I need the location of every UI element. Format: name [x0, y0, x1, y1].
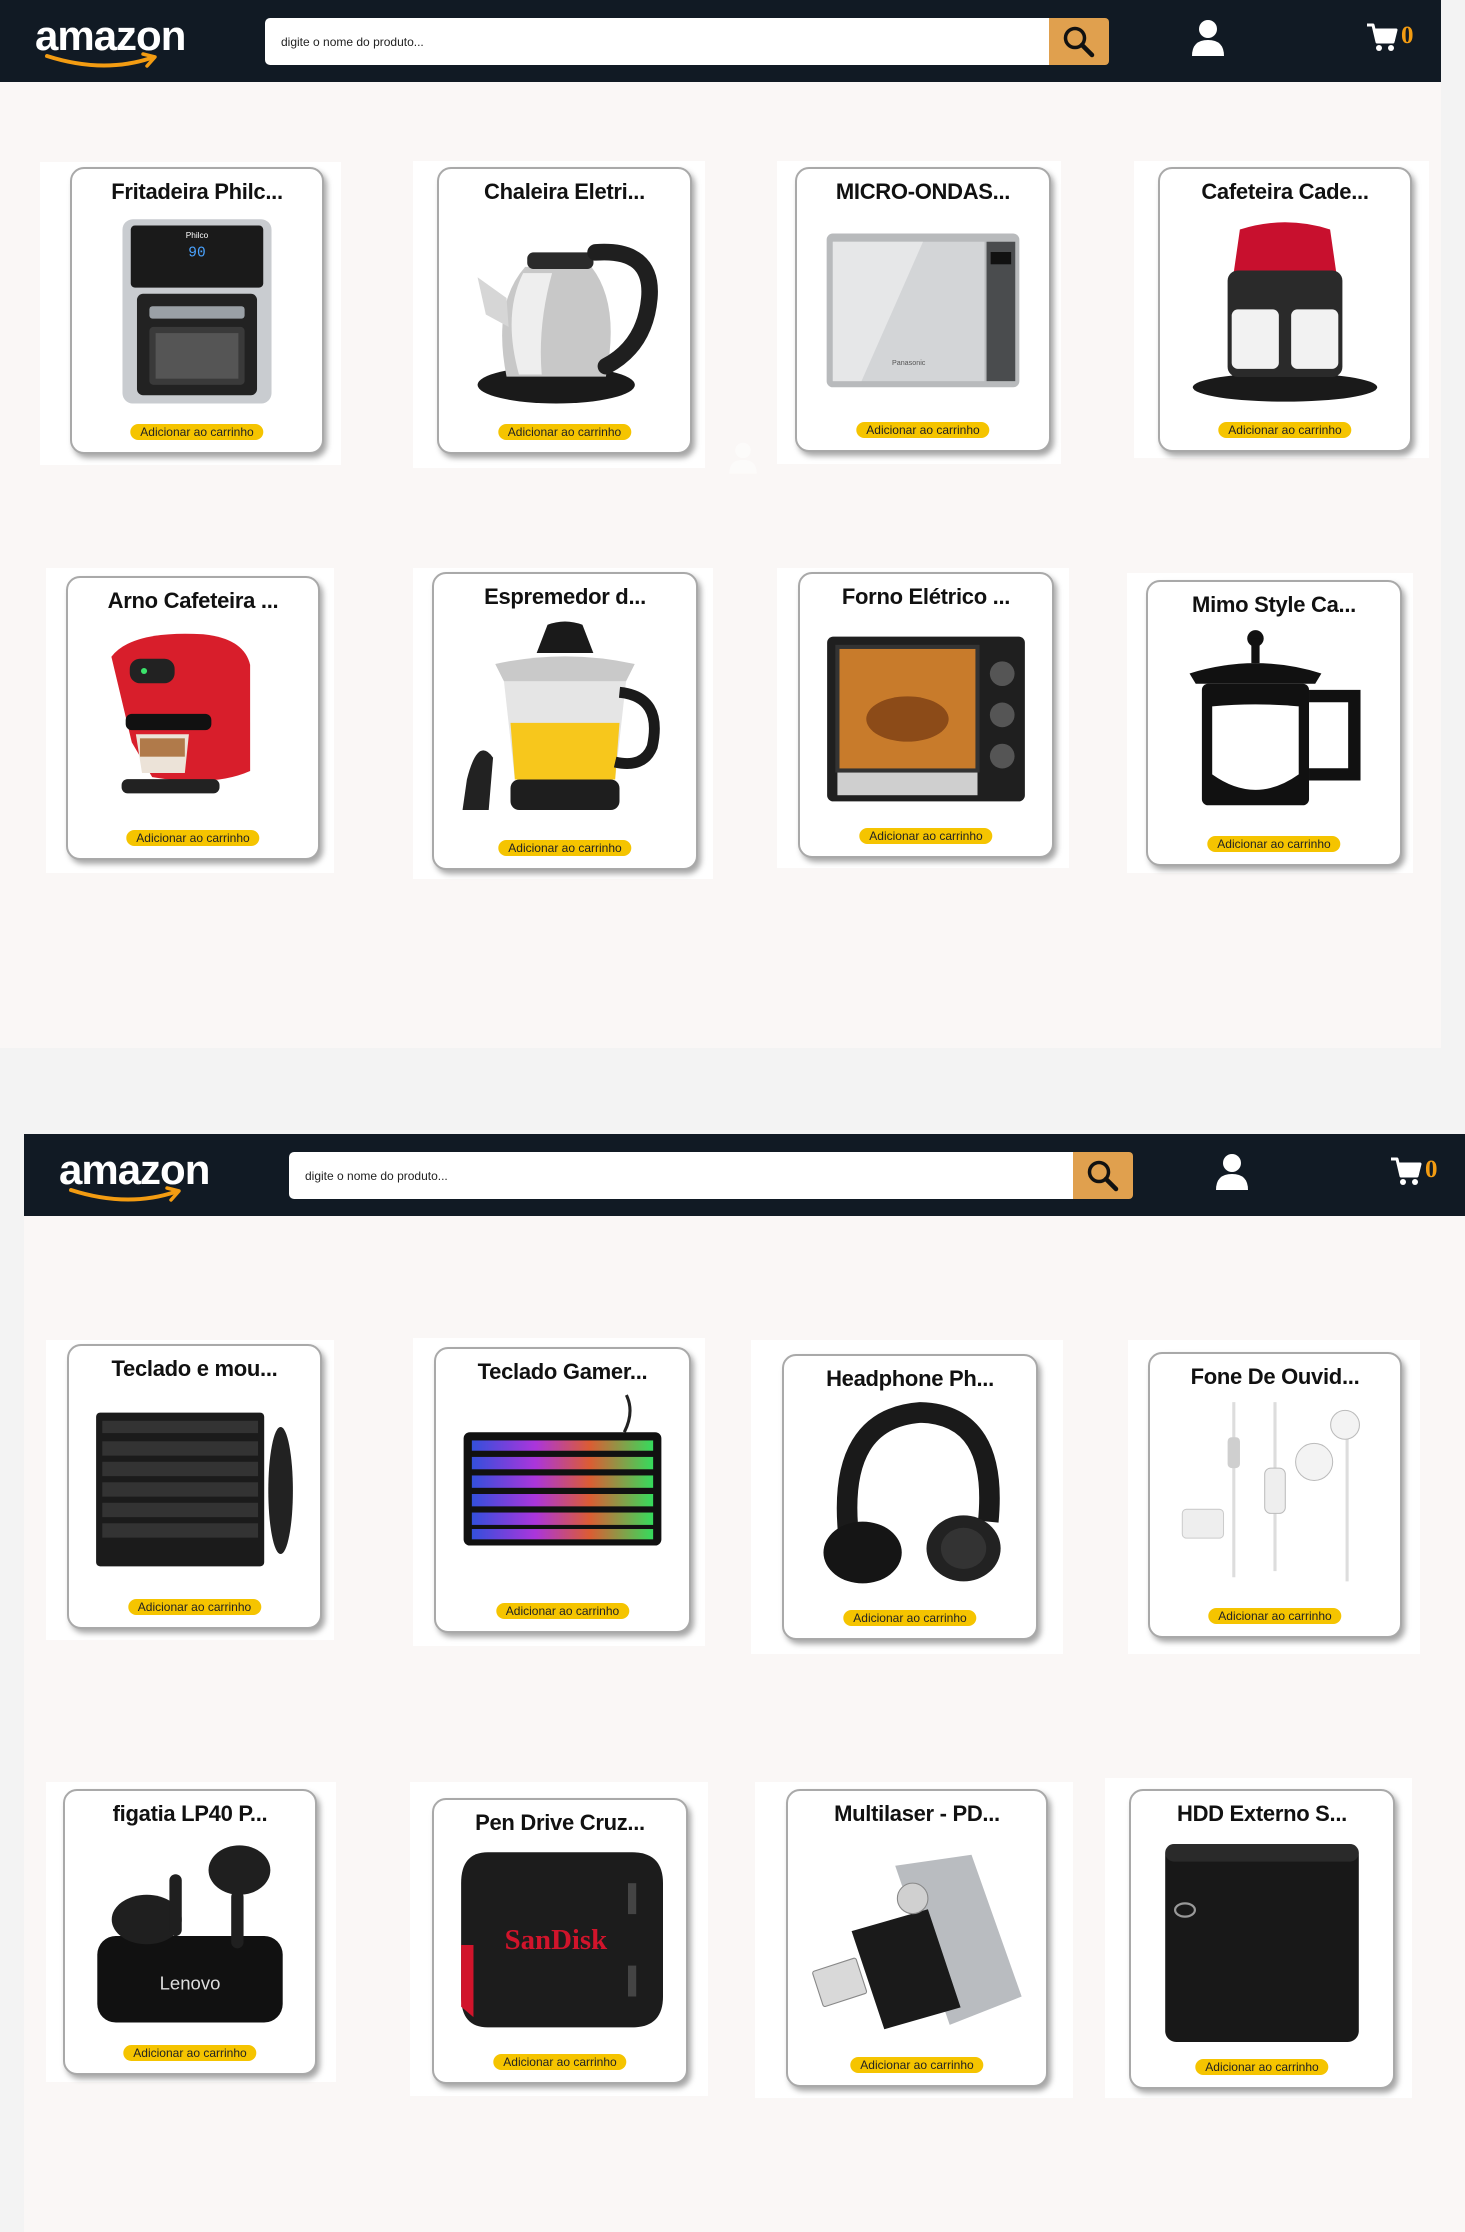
product-title: Pen Drive Cruz... [475, 1810, 645, 1835]
headphone-image [796, 1398, 1024, 1604]
add-to-cart-button[interactable]: Adicionar ao carrinho [1218, 422, 1352, 438]
cart-icon [1367, 23, 1398, 51]
add-to-cart-button[interactable]: Adicionar ao carrinho [493, 2054, 627, 2070]
product-card[interactable]: Mimo Style Ca... Adicionar ao carrinho [1146, 580, 1402, 866]
juicer-image [446, 616, 684, 834]
screenshot-top: amazon 0 [0, 0, 1441, 1048]
wireless-earbuds-image: Lenovo [77, 1833, 303, 2039]
electric-kettle-image [451, 211, 678, 418]
user-button[interactable] [1190, 18, 1226, 60]
add-to-cart-button[interactable]: Adicionar ao carrinho [856, 422, 990, 438]
product-title: Cafeteira Cade... [1201, 179, 1369, 204]
add-to-cart-button[interactable]: Adicionar ao carrinho [130, 424, 264, 440]
french-press-image [1160, 624, 1388, 830]
add-to-cart-button[interactable]: Adicionar ao carrinho [495, 1603, 630, 1619]
search-input[interactable] [289, 1152, 1073, 1199]
product-card[interactable]: figatia LP40 P... Lenovo Adicionar ao ca… [63, 1789, 317, 2075]
add-to-cart-button[interactable]: Adicionar ao carrinho [850, 2057, 984, 2073]
capsule-coffee-machine-image [80, 620, 306, 824]
product-card[interactable]: Fritadeira Philc... Philco 90 Adicionar … [70, 167, 324, 454]
product-title: MICRO-ONDAS... [835, 179, 1011, 204]
earphones-image [1162, 1396, 1388, 1602]
product-title: Fone De Ouvid... [1190, 1364, 1360, 1389]
electric-oven-image [812, 616, 1040, 822]
top-navbar: amazon 0 [24, 1134, 1465, 1216]
add-to-cart-button[interactable]: Adicionar ao carrinho [127, 1599, 262, 1615]
cart-button[interactable]: 0 [1389, 1154, 1449, 1196]
product-card[interactable]: MICRO-ONDAS... Panasonic Adicionar ao ca… [795, 167, 1051, 452]
product-title: Espremedor d... [484, 584, 646, 609]
usb-drive-image [800, 1833, 1034, 2051]
add-to-cart-button[interactable]: Adicionar ao carrinho [497, 424, 632, 440]
add-to-cart-button[interactable]: Adicionar ao carrinho [843, 1610, 977, 1626]
product-title: Mimo Style Ca... [1192, 592, 1356, 617]
user-icon [1192, 20, 1224, 56]
add-to-cart-button[interactable]: Adicionar ao carrinho [123, 2045, 257, 2061]
product-title: Fritadeira Philc... [111, 179, 283, 204]
product-title: figatia LP40 P... [112, 1801, 268, 1826]
add-to-cart-button[interactable]: Adicionar ao carrinho [126, 830, 260, 846]
svg-text:Lenovo: Lenovo [160, 1973, 221, 1994]
cart-button[interactable]: 0 [1365, 20, 1425, 62]
user-icon [729, 442, 757, 474]
svg-text:Panasonic: Panasonic [892, 359, 926, 367]
keyboard-mouse-image [81, 1388, 308, 1593]
external-hdd-image [1143, 1833, 1381, 2053]
cart-icon [1391, 1157, 1422, 1185]
add-to-cart-button[interactable]: Adicionar ao carrinho [1207, 836, 1341, 852]
product-card[interactable]: Arno Cafeteira ... Adicionar ao carrinho [66, 576, 320, 860]
cart-count: 0 [1425, 1156, 1438, 1183]
add-to-cart-button[interactable]: Adicionar ao carrinho [1195, 2059, 1329, 2075]
air-fryer-image: Philco 90 [84, 211, 310, 418]
coffee-maker-image [1172, 211, 1398, 416]
amazon-logo[interactable]: amazon [59, 1146, 229, 1206]
product-title: Teclado e mou... [111, 1356, 278, 1381]
amazon-logo[interactable]: amazon [35, 12, 205, 72]
product-card[interactable]: Fone De Ouvid... Adicionar ao carrinho [1148, 1352, 1402, 1638]
microwave-image: Panasonic [809, 211, 1037, 416]
product-card[interactable]: Pen Drive Cruz... SanDisk Adicionar ao c… [432, 1798, 688, 2084]
product-title: Multilaser - PD... [834, 1801, 1000, 1826]
svg-text:SanDisk: SanDisk [505, 1924, 608, 1956]
top-navbar: amazon 0 [0, 0, 1441, 82]
smile-arrow-icon [45, 52, 157, 68]
add-to-cart-button[interactable]: Adicionar ao carrinho [498, 840, 632, 856]
product-title: Headphone Ph... [826, 1366, 994, 1391]
search-icon [1087, 1160, 1119, 1191]
product-card[interactable]: Cafeteira Cade... Adicionar ao carrinho [1158, 167, 1412, 452]
pen-drive-image: SanDisk [446, 1842, 674, 2048]
user-icon [1216, 1154, 1248, 1190]
search-icon [1063, 26, 1095, 57]
search-button[interactable] [1073, 1152, 1133, 1199]
smile-arrow-icon [69, 1186, 181, 1202]
product-card[interactable]: Chaleira Eletri... Adicionar ao carrinho [437, 167, 692, 454]
product-card[interactable]: Multilaser - PD... Adicionar ao carrinho [786, 1789, 1048, 2087]
product-card[interactable]: HDD Externo S... Adicionar ao carrinho [1129, 1789, 1395, 2089]
cart-count: 0 [1401, 22, 1414, 49]
add-to-cart-button[interactable]: Adicionar ao carrinho [1208, 1608, 1342, 1624]
search-button[interactable] [1049, 18, 1109, 65]
svg-text:Philco: Philco [186, 231, 209, 240]
screenshot-bottom: amazon 0 [24, 1134, 1465, 2232]
product-card[interactable]: Forno Elétrico ... Adicionar ao carrinho [798, 572, 1054, 858]
product-title: Teclado Gamer... [477, 1359, 648, 1384]
search-input[interactable] [265, 18, 1049, 65]
add-to-cart-button[interactable]: Adicionar ao carrinho [859, 828, 993, 844]
user-button[interactable] [1214, 1152, 1250, 1194]
product-title: Forno Elétrico ... [841, 584, 1011, 609]
product-card[interactable]: Teclado e mou... Adicionar ao carrinho [67, 1344, 322, 1629]
product-title: HDD Externo S... [1176, 1801, 1347, 1826]
gaming-keyboard-image [448, 1391, 677, 1597]
product-title: Arno Cafeteira ... [107, 588, 279, 613]
product-card[interactable]: Teclado Gamer... Adicionar ao carrinho [434, 1347, 691, 1633]
svg-text:90: 90 [188, 246, 205, 262]
product-title: Chaleira Eletri... [484, 179, 645, 204]
product-card[interactable]: Headphone Ph... Adicionar ao carrinho [782, 1354, 1038, 1640]
product-card[interactable]: Espremedor d... Adicionar ao carrinho [432, 572, 698, 870]
